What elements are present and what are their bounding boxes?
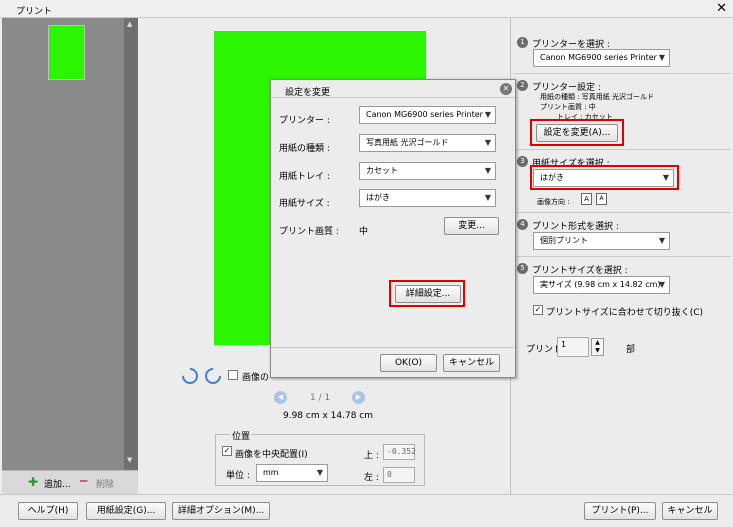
portrait-orientation-icon[interactable]: A [581,193,592,205]
divider [513,149,730,150]
divider [271,347,515,348]
prev-page-icon[interactable]: ◀ [274,391,287,404]
chevron-down-icon: ▼ [316,468,323,477]
scroll-down-icon[interactable]: ▼ [127,456,132,464]
top-offset-label: 上 : [364,451,379,461]
add-icon[interactable]: ✚ [28,475,38,489]
thumbnail-toolbar: ✚ 追加... ━ 削除 [2,470,138,494]
dialog-size-label: 用紙サイズ : [279,199,330,209]
chevron-down-icon: ▼ [484,166,491,175]
printer-select[interactable]: Canon MG6900 series Printer ▼ [533,49,670,67]
dialog-tray-label: 用紙トレイ : [279,172,330,182]
printer-select-value: Canon MG6900 series Printer [540,53,657,62]
dialog-paper-type-select[interactable]: 写真用紙 光沢ゴールド ▼ [359,134,496,152]
left-offset-label: 左 : [364,473,379,483]
print-size-select-value: 実サイズ (9.98 cm x 14.82 cm) [540,280,661,289]
spin-down-icon[interactable]: ▼ [592,347,603,355]
overlay-checkbox-label: 画像の [242,373,270,383]
window-close-icon[interactable]: ✕ [716,1,727,16]
window-title: プリント [16,7,53,17]
page-setup-button[interactable]: 用紙設定(G)... [86,502,166,520]
quality-line: プリント画質 : 中 [540,103,596,111]
dialog-paper-type-label: 用紙の種類 : [279,144,330,154]
paper-type-line: 用紙の種類 : 写真用紙 光沢ゴールド [540,93,655,101]
divider [513,73,730,74]
step-3-badge: 3 [517,156,528,167]
highlight-box [389,280,465,307]
center-image-label: 画像を中央配置(I) [235,450,308,460]
dialog-quality-label: プリント画質 : [279,227,339,237]
help-button[interactable]: ヘルプ(H) [18,502,78,520]
unit-select-value: mm [263,468,279,477]
landscape-orientation-icon[interactable]: A [596,193,607,205]
step-5-title: プリントサイズを選択 : [532,266,628,276]
remove-icon[interactable]: ━ [80,474,87,488]
step-4-badge: 4 [517,219,528,230]
dialog-tray-select[interactable]: カセット ▼ [359,162,496,180]
step-5-badge: 5 [517,263,528,274]
divider [513,256,730,257]
chevron-down-icon: ▼ [484,138,491,147]
photo-thumbnail[interactable] [48,25,85,80]
print-size-select[interactable]: 実サイズ (9.98 cm x 14.82 cm) ▼ [533,276,670,294]
dialog-quality-value: 中 [359,227,369,237]
print-format-select-value: 個別プリント [540,236,588,245]
thumbnail-scrollbar[interactable]: ▲ ▼ [124,18,138,470]
spin-up-icon[interactable]: ▲ [592,339,603,347]
unit-select[interactable]: mm ▼ [256,464,328,482]
chevron-down-icon: ▼ [484,193,491,202]
dialog-size-select-value: はがき [366,193,390,202]
dialog-cancel-button[interactable]: キャンセル [443,354,500,372]
more-options-button[interactable]: 詳細オプション(M)... [172,502,270,520]
top-offset-input[interactable]: -0.352 [383,444,416,460]
step-2-badge: 2 [517,80,528,91]
print-format-select[interactable]: 個別プリント ▼ [533,232,670,250]
highlight-box [530,165,679,190]
next-page-icon[interactable]: ▶ [352,391,365,404]
orientation-label: 画像方向 : [537,198,570,206]
left-offset-input[interactable]: 0 [383,467,415,483]
change-settings-dialog: 設定を変更 ✕ プリンター : Canon MG6900 series Prin… [270,79,516,378]
thumbnail-panel [2,18,138,470]
chevron-down-icon: ▼ [658,280,665,289]
print-size-text: 9.98 cm x 14.78 cm [283,411,374,421]
dialog-paper-type-select-value: 写真用紙 光沢ゴールド [366,138,449,147]
dialog-tray-select-value: カセット [366,166,398,175]
page-indicator: 1 / 1 [310,393,331,403]
divider [271,97,515,98]
chevron-down-icon: ▼ [658,53,665,62]
print-button[interactable]: プリント(P)... [584,502,656,520]
position-group-label: 位置 [230,429,253,442]
dialog-printer-label: プリンター : [279,116,330,126]
remove-photo-button[interactable]: 削除 [96,477,114,490]
dialog-close-icon[interactable]: ✕ [500,83,512,95]
dialog-printer-select-value: Canon MG6900 series Printer [366,110,483,119]
chevron-down-icon: ▼ [658,236,665,245]
add-photo-button[interactable]: 追加... [44,477,71,490]
crop-to-fit-checkbox[interactable]: ✓ [533,305,543,315]
divider [513,212,730,213]
dialog-size-select[interactable]: はがき ▼ [359,189,496,207]
cancel-button[interactable]: キャンセル [662,502,718,520]
overlay-checkbox[interactable] [228,370,238,380]
chevron-down-icon: ▼ [484,110,491,119]
unit-label: 単位 : [226,471,250,481]
dialog-ok-button[interactable]: OK(O) [380,354,437,372]
dialog-printer-select[interactable]: Canon MG6900 series Printer ▼ [359,106,496,124]
window-titlebar: プリント ✕ [0,0,733,18]
copies-spinner[interactable]: ▲ ▼ [591,338,604,356]
step-4-title: プリント形式を選択 : [532,222,619,232]
dialog-change-quality-button[interactable]: 変更... [444,217,499,235]
copies-input[interactable]: 1 [557,337,589,357]
step-1-badge: 1 [517,37,528,48]
scroll-up-icon[interactable]: ▲ [127,20,132,28]
copies-unit: 部 [626,345,636,355]
highlight-box [530,119,624,146]
crop-to-fit-label: プリントサイズに合わせて切り抜く(C) [546,308,704,318]
center-image-checkbox[interactable]: ✓ [222,446,232,456]
